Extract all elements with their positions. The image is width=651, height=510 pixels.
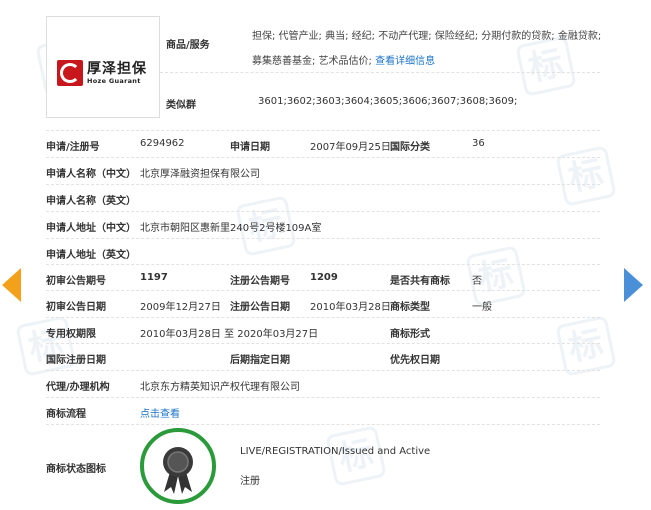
divider — [46, 317, 600, 318]
goods-detail-link[interactable]: 查看详细信息 — [375, 56, 435, 67]
logo-c-icon — [57, 60, 83, 86]
tm-form-label: 商标形式 — [390, 329, 430, 340]
trademark-image: 厚泽担保 Hoze Guarant — [46, 16, 160, 118]
divider — [46, 290, 600, 291]
excl-period-value: 2010年03月28日 至 2020年03月27日 — [140, 329, 319, 340]
divider — [46, 130, 600, 131]
reg-pub-date-label: 注册公告日期 — [230, 302, 290, 313]
arrow-left-icon[interactable] — [2, 268, 21, 302]
seal-ribbon-icon — [140, 428, 216, 504]
reg-pub-no-value: 1209 — [310, 272, 338, 283]
arrow-right-icon[interactable] — [624, 268, 643, 302]
intl-reg-date-label: 国际注册日期 — [46, 355, 106, 366]
applicant-cn-value: 北京厚泽融资担保有限公司 — [140, 169, 260, 180]
reg-pub-no-label: 注册公告期号 — [230, 276, 290, 287]
status-cn: 注册 — [240, 476, 260, 487]
prelim-no-value: 1197 — [140, 272, 168, 283]
apply-date-label: 申请日期 — [230, 142, 270, 153]
status-en: LIVE/REGISTRATION/Issued and Active — [240, 446, 431, 457]
later-date-label: 后期指定日期 — [230, 355, 290, 366]
divider — [160, 72, 600, 73]
divider — [46, 370, 600, 371]
intl-class-label: 国际分类 — [390, 142, 430, 153]
brand-logo: 厚泽担保 Hoze Guarant — [57, 59, 147, 87]
divider — [46, 424, 600, 425]
divider — [46, 238, 600, 239]
shared-label: 是否共有商标 — [390, 276, 450, 287]
watermark: 标 — [555, 315, 617, 377]
logo-cn-text: 厚泽担保 — [87, 60, 147, 77]
applicant-cn-label: 申请人名称（中文） — [46, 169, 136, 180]
divider — [46, 343, 600, 344]
tm-type-value: 一般 — [472, 302, 492, 313]
agent-label: 代理/办理机构 — [46, 382, 110, 393]
address-cn-label: 申请人地址（中文） — [46, 223, 136, 234]
prelim-date-value: 2009年12月27日 — [140, 302, 221, 313]
divider — [46, 184, 600, 185]
group-value: 3601;3602;3603;3604;3605;3606;3607;3608;… — [258, 96, 518, 107]
flow-label: 商标流程 — [46, 409, 86, 420]
goods-services: 担保; 代管产业; 典当; 经纪; 不动产代理; 保险经纪; 分期付款的贷款; … — [252, 24, 602, 74]
divider — [46, 211, 600, 212]
flow-view-link[interactable]: 点击查看 — [140, 405, 180, 420]
address-en-label: 申请人地址（英文） — [46, 250, 136, 261]
watermark: 标 — [555, 145, 617, 207]
prelim-no-label: 初审公告期号 — [46, 276, 106, 287]
applicant-en-label: 申请人名称（英文） — [46, 196, 136, 207]
shared-value: 否 — [472, 276, 482, 287]
tm-type-label: 商标类型 — [390, 302, 430, 313]
address-cn-value: 北京市朝阳区惠新里240号2号楼109A室 — [140, 223, 322, 234]
goods-label: 商品/服务 — [166, 40, 210, 51]
excl-period-label: 专用权期限 — [46, 329, 96, 340]
prelim-date-label: 初审公告日期 — [46, 302, 106, 313]
priority-date-label: 优先权日期 — [390, 355, 440, 366]
divider — [46, 157, 600, 158]
apply-date-value: 2007年09月25日 — [310, 142, 391, 153]
divider — [46, 397, 600, 398]
reg-no-label: 申请/注册号 — [46, 142, 100, 153]
status-icon-label: 商标状态图标 — [46, 464, 106, 475]
intl-class-value: 36 — [472, 138, 485, 149]
group-label: 类似群 — [166, 100, 196, 111]
logo-en-text: Hoze Guarant — [87, 76, 141, 85]
reg-pub-date-value: 2010年03月28日 — [310, 302, 391, 313]
reg-no-value: 6294962 — [140, 138, 185, 149]
agent-value: 北京东方精英知识产权代理有限公司 — [140, 382, 300, 393]
divider — [46, 264, 600, 265]
